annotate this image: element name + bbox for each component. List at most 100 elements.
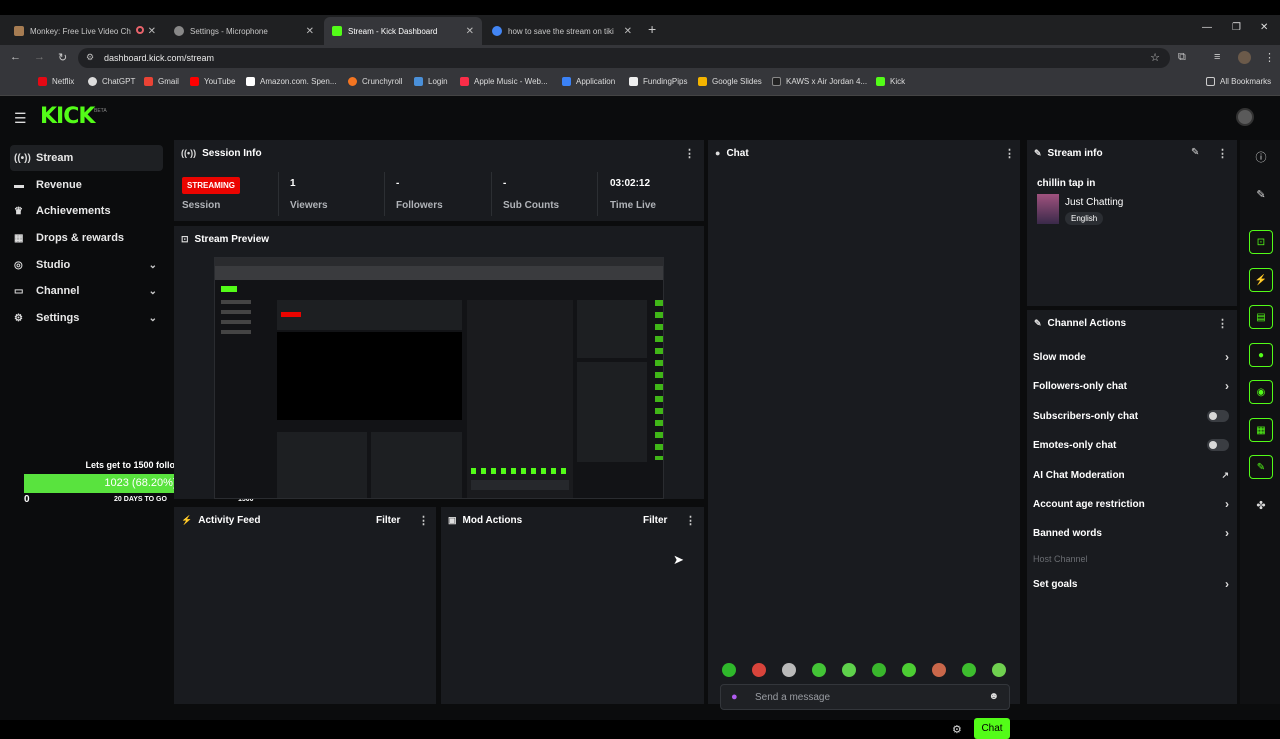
chat-settings-icon[interactable]: ⚙ bbox=[952, 723, 962, 736]
activity-filter-button[interactable]: Filter bbox=[376, 515, 400, 526]
forward-icon[interactable]: → bbox=[34, 51, 45, 63]
account-age-row[interactable]: Account age restriction › bbox=[1033, 494, 1231, 514]
chat-input[interactable]: ● Send a message ☻ bbox=[720, 684, 1010, 710]
kick-logo[interactable]: KICK bbox=[40, 104, 95, 129]
browser-tab[interactable]: Settings - Microphone ✕ bbox=[166, 17, 322, 45]
emote-icon[interactable] bbox=[752, 663, 766, 677]
bookmark-netflix[interactable]: Netflix bbox=[38, 77, 74, 86]
extensions-icon[interactable]: ⧉ bbox=[1178, 51, 1186, 64]
dollar-icon: ▬ bbox=[14, 179, 24, 191]
profile-avatar[interactable] bbox=[1238, 51, 1251, 64]
emote-icon[interactable] bbox=[902, 663, 916, 677]
sidebar-item-studio[interactable]: ◎ Studio ⌄ bbox=[10, 252, 163, 278]
close-tab-icon[interactable]: ✕ bbox=[624, 26, 632, 37]
sidebar-item-revenue[interactable]: ▬ Revenue bbox=[10, 172, 163, 198]
activity-menu-icon[interactable]: ⋮ bbox=[418, 514, 429, 527]
stream-preview-video[interactable] bbox=[214, 257, 664, 499]
emote-icon[interactable] bbox=[932, 663, 946, 677]
apps-icon[interactable]: ✤ bbox=[1252, 496, 1270, 514]
sidebar-item-achievements[interactable]: ♛ Achievements bbox=[10, 198, 163, 224]
bookmark-application[interactable]: Application bbox=[562, 77, 615, 86]
sidebar-item-settings[interactable]: ⚙ Settings ⌄ bbox=[10, 305, 163, 331]
info-icon[interactable]: ⓘ bbox=[1252, 148, 1270, 166]
chevron-right-icon: › bbox=[1225, 379, 1229, 393]
ai-moderation-row[interactable]: AI Chat Moderation ↗ bbox=[1033, 465, 1231, 485]
rail-document-button[interactable]: ▤ bbox=[1249, 305, 1273, 329]
stream-category[interactable]: Just Chatting bbox=[1065, 197, 1123, 208]
bookmark-amazon[interactable]: Amazon.com. Spen... bbox=[246, 77, 336, 86]
mod-filter-button[interactable]: Filter bbox=[643, 515, 667, 526]
emote-icon[interactable] bbox=[872, 663, 886, 677]
mod-menu-icon[interactable]: ⋮ bbox=[685, 514, 696, 527]
followers-only-row[interactable]: Followers-only chat › bbox=[1033, 376, 1231, 396]
emote-icon[interactable] bbox=[842, 663, 856, 677]
reload-icon[interactable]: ↻ bbox=[58, 51, 67, 64]
rail-broadcast-button[interactable]: ◉ bbox=[1249, 380, 1273, 404]
maximize-icon[interactable]: ❐ bbox=[1232, 22, 1241, 33]
bookmark-gmail[interactable]: Gmail bbox=[144, 77, 179, 86]
minimize-icon[interactable]: — bbox=[1202, 22, 1212, 33]
emoji-icon[interactable]: ☻ bbox=[988, 691, 999, 702]
language-tag: English bbox=[1065, 212, 1104, 225]
stream-info-menu-icon[interactable]: ⋮ bbox=[1217, 147, 1228, 160]
sidebar-item-drops[interactable]: ▦ Drops & rewards bbox=[10, 225, 163, 251]
media-icon[interactable]: ≡ bbox=[1214, 51, 1220, 63]
site-info-icon[interactable]: ⚙ bbox=[86, 52, 94, 63]
bookmark-kaws[interactable]: KAWS x Air Jordan 4... bbox=[772, 77, 867, 86]
session-info-panel: ((•)) Session Info ⋮ STREAMING Session 1 … bbox=[174, 140, 704, 221]
bookmark-kick[interactable]: Kick bbox=[876, 77, 905, 86]
browser-tab[interactable]: how to save the stream on tiki ✕ bbox=[484, 17, 640, 45]
emotes-only-toggle[interactable] bbox=[1207, 439, 1229, 451]
bookmark-chatgpt[interactable]: ChatGPT bbox=[88, 77, 135, 86]
close-tab-icon[interactable]: ✕ bbox=[466, 26, 474, 37]
bookmark-star-icon[interactable]: ☆ bbox=[1150, 51, 1160, 64]
rail-lightning-button[interactable]: ⚡ bbox=[1249, 268, 1273, 292]
all-bookmarks[interactable]: All Bookmarks bbox=[1206, 77, 1271, 86]
bookmark-apple-music[interactable]: Apple Music - Web... bbox=[460, 77, 548, 86]
close-window-icon[interactable]: ✕ bbox=[1260, 22, 1268, 33]
chat-send-button[interactable]: Chat bbox=[974, 718, 1010, 739]
rail-wrench-button[interactable]: ✎ bbox=[1249, 455, 1273, 479]
user-avatar[interactable] bbox=[1236, 108, 1254, 126]
microphone-icon[interactable]: ● bbox=[731, 691, 738, 703]
bookmark-fundingpips[interactable]: FundingPips bbox=[629, 77, 687, 86]
session-menu-icon[interactable]: ⋮ bbox=[684, 147, 695, 160]
emote-icon[interactable] bbox=[992, 663, 1006, 677]
activity-feed-panel: ⚡ Activity Feed Filter ⋮ bbox=[174, 507, 436, 704]
studio-icon: ◎ bbox=[14, 259, 23, 271]
trophy-icon: ♛ bbox=[14, 205, 23, 217]
bookmark-youtube[interactable]: YouTube bbox=[190, 77, 235, 86]
sidebar-item-stream[interactable]: ((•)) Stream bbox=[10, 145, 163, 171]
emote-icon[interactable] bbox=[782, 663, 796, 677]
address-bar[interactable]: ⚙ dashboard.kick.com/stream ☆ bbox=[78, 48, 1170, 68]
chat-menu-icon[interactable]: ⋮ bbox=[1004, 147, 1015, 160]
netflix-icon bbox=[38, 77, 47, 86]
channel-actions-menu-icon[interactable]: ⋮ bbox=[1217, 317, 1228, 330]
browser-tab-active[interactable]: Stream - Kick Dashboard ✕ bbox=[324, 17, 482, 45]
rail-layout-button[interactable]: ▦ bbox=[1249, 418, 1273, 442]
rail-chat-button[interactable]: ● bbox=[1249, 343, 1273, 367]
viewers-value: 1 bbox=[290, 178, 296, 189]
banned-words-row[interactable]: Banned words › bbox=[1033, 523, 1231, 543]
browser-menu-icon[interactable]: ⋮ bbox=[1264, 51, 1275, 64]
emote-icon[interactable] bbox=[962, 663, 976, 677]
subscribers-only-toggle[interactable] bbox=[1207, 410, 1229, 422]
slow-mode-row[interactable]: Slow mode › bbox=[1033, 347, 1231, 367]
set-goals-row[interactable]: Set goals › bbox=[1033, 574, 1231, 594]
close-tab-icon[interactable]: ✕ bbox=[306, 26, 314, 37]
new-tab-button[interactable]: + bbox=[648, 21, 656, 37]
emote-icon[interactable] bbox=[812, 663, 826, 677]
bookmark-crunchyroll[interactable]: Crunchyroll bbox=[348, 77, 402, 86]
mod-actions-panel: ▣ Mod Actions Filter ⋮ bbox=[441, 507, 704, 704]
bookmark-google-slides[interactable]: Google Slides bbox=[698, 77, 762, 86]
hamburger-menu-icon[interactable]: ☰ bbox=[14, 110, 27, 127]
edit-stream-info-icon[interactable]: ✎ bbox=[1191, 147, 1199, 158]
browser-tab[interactable]: Monkey: Free Live Video Ch ✕ bbox=[6, 17, 164, 45]
sidebar-item-channel[interactable]: ▭ Channel ⌄ bbox=[10, 278, 163, 304]
emote-icon[interactable] bbox=[722, 663, 736, 677]
bookmark-login[interactable]: Login bbox=[414, 77, 448, 86]
rail-capture-button[interactable]: ⊡ bbox=[1249, 230, 1273, 254]
back-icon[interactable]: ← bbox=[10, 51, 21, 63]
close-tab-icon[interactable]: ✕ bbox=[148, 26, 156, 37]
edit-icon[interactable]: ✎ bbox=[1252, 185, 1270, 203]
